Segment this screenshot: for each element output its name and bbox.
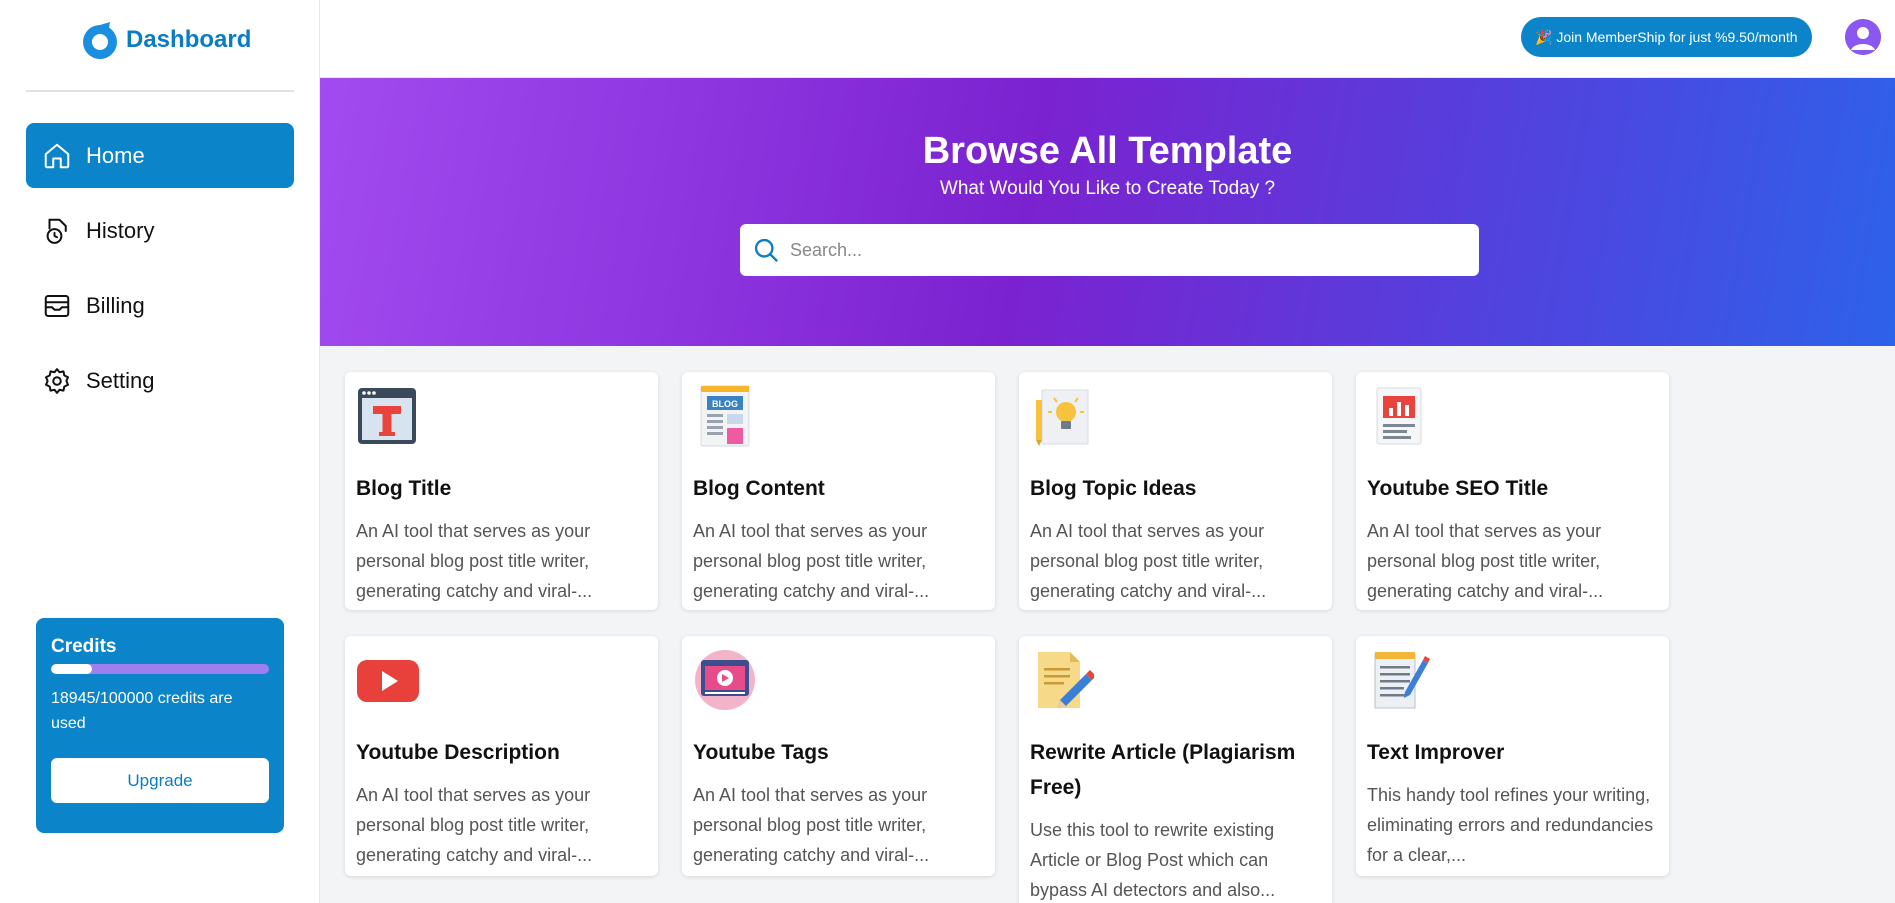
template-card-rewrite-article[interactable]: Rewrite Article (Plagiarism Free) Use th… bbox=[1019, 636, 1332, 903]
hero-banner: Browse All Template What Would You Like … bbox=[320, 78, 1895, 346]
sidebar-item-billing[interactable]: Billing bbox=[26, 273, 294, 338]
template-description: An AI tool that serves as your personal … bbox=[1030, 521, 1267, 601]
logo-text: Dashboard bbox=[126, 26, 252, 53]
logo-icon bbox=[83, 22, 117, 59]
sidebar-item-label: Billing bbox=[86, 292, 145, 318]
sidebar-item-history[interactable]: History bbox=[26, 198, 294, 263]
rewrite-pencil-icon bbox=[1038, 652, 1096, 708]
search-bar[interactable] bbox=[740, 224, 1479, 276]
home-icon bbox=[44, 143, 70, 168]
template-description: An AI tool that serves as your personal … bbox=[356, 785, 593, 865]
template-description: An AI tool that serves as your personal … bbox=[693, 785, 930, 865]
template-title: Blog Topic Ideas bbox=[1030, 477, 1197, 500]
template-description: Use this tool to rewrite existing Articl… bbox=[1030, 820, 1276, 900]
page-title: Browse All Template bbox=[922, 130, 1293, 172]
search-input[interactable] bbox=[790, 239, 1479, 261]
logo[interactable]: Dashboard bbox=[80, 20, 251, 60]
sidebar-item-label: Setting bbox=[86, 367, 155, 393]
sidebar-item-label: History bbox=[86, 217, 155, 243]
notepad-pencil-icon bbox=[1374, 652, 1430, 709]
template-title: Youtube Tags bbox=[693, 741, 829, 764]
history-icon bbox=[46, 218, 67, 244]
page-subtitle: What Would You Like to Create Today ? bbox=[939, 178, 1276, 199]
template-card-youtube-seo-title[interactable]: Youtube SEO Title An AI tool that serves… bbox=[1356, 372, 1669, 610]
sidebar-item-home[interactable]: Home bbox=[26, 123, 294, 188]
sidebar-item-setting[interactable]: Setting bbox=[26, 348, 294, 413]
youtube-icon bbox=[357, 660, 419, 702]
blog-title-icon bbox=[358, 388, 416, 444]
lightbulb-icon bbox=[1036, 389, 1089, 446]
template-card-blog-content[interactable]: BLOG Blog Content An AI tool that serves… bbox=[682, 372, 995, 610]
template-title: Text Improver bbox=[1367, 741, 1505, 764]
sidebar-item-label: Home bbox=[86, 142, 145, 168]
user-avatar-icon bbox=[1845, 19, 1881, 55]
template-title: Rewrite Article (Plagiarism Free) bbox=[1030, 741, 1296, 799]
template-title: Blog Title bbox=[356, 477, 452, 500]
billing-icon bbox=[44, 294, 70, 317]
template-description: An AI tool that serves as your personal … bbox=[693, 521, 930, 601]
template-description: An AI tool that serves as your personal … bbox=[1367, 521, 1604, 601]
membership-label: 🎉 Join MemberShip for just %9.50/month bbox=[1535, 28, 1798, 45]
template-card-blog-topic-ideas[interactable]: Blog Topic Ideas An AI tool that serves … bbox=[1019, 372, 1332, 610]
template-card-youtube-description[interactable]: Youtube Description An AI tool that serv… bbox=[345, 636, 658, 876]
gear-icon bbox=[45, 367, 69, 394]
template-card-blog-title[interactable]: Blog Title An AI tool that serves as you… bbox=[345, 372, 658, 610]
svg-text:BLOG: BLOG bbox=[712, 399, 738, 409]
join-membership-button[interactable]: 🎉 Join MemberShip for just %9.50/month bbox=[1521, 17, 1812, 57]
template-title: Youtube SEO Title bbox=[1367, 477, 1549, 500]
upgrade-button[interactable]: Upgrade bbox=[51, 758, 269, 803]
template-description: This handy tool refines your writing, el… bbox=[1367, 785, 1654, 865]
blog-content-icon: BLOG bbox=[700, 385, 750, 447]
avatar[interactable] bbox=[1845, 19, 1881, 55]
search-icon bbox=[754, 238, 778, 262]
credits-progress-bar bbox=[51, 664, 269, 674]
template-description: An AI tool that serves as your personal … bbox=[356, 521, 593, 601]
credits-panel: Credits 18945/100000 credits are used Up… bbox=[36, 618, 284, 833]
credits-title: Credits bbox=[51, 636, 117, 657]
video-player-icon bbox=[695, 650, 755, 710]
template-card-text-improver[interactable]: Text Improver This handy tool refines yo… bbox=[1356, 636, 1669, 876]
template-card-youtube-tags[interactable]: Youtube Tags An AI tool that serves as y… bbox=[682, 636, 995, 876]
top-bar: 🎉 Join MemberShip for just %9.50/month bbox=[320, 0, 1895, 78]
credits-usage-text: 18945/100000 credits are used bbox=[51, 690, 233, 732]
credits-progress-fill bbox=[51, 664, 93, 674]
seo-report-icon bbox=[1376, 387, 1422, 445]
template-grid: Blog Title An AI tool that serves as you… bbox=[320, 346, 1895, 903]
template-title: Blog Content bbox=[693, 477, 825, 500]
sidebar-divider bbox=[26, 90, 294, 92]
template-title: Youtube Description bbox=[356, 741, 560, 764]
sidebar: Dashboard Home History Billing Setting C… bbox=[0, 0, 320, 903]
